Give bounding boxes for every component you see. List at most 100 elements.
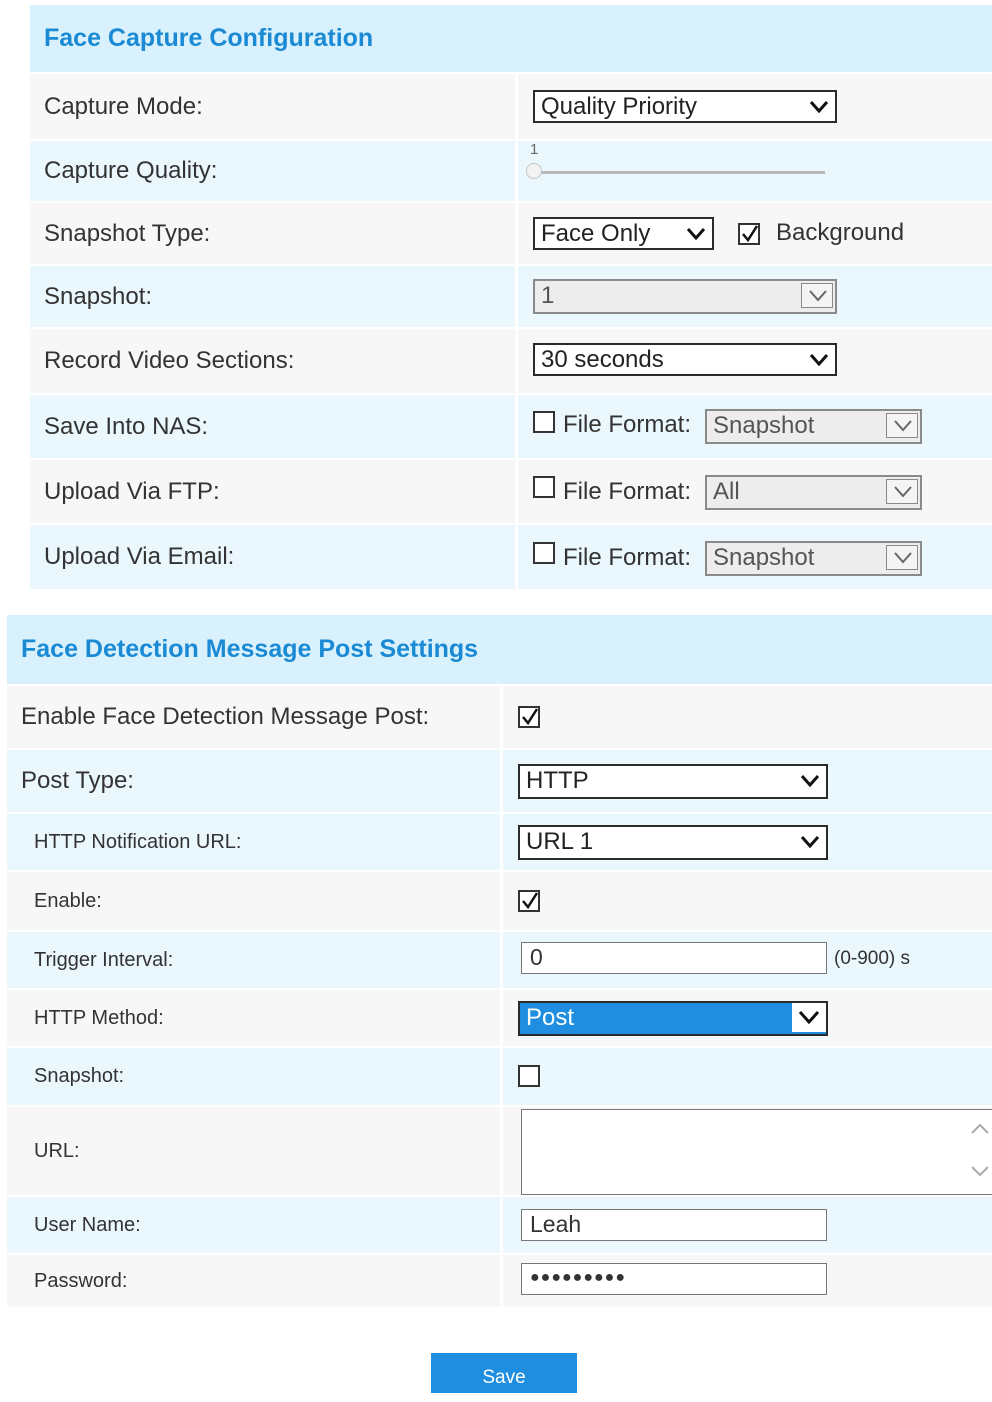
- snapshot-type-value: Face Only: [541, 220, 651, 247]
- ftp-format-label: File Format:: [563, 478, 692, 505]
- http-url-label: HTTP Notification URL:: [7, 814, 500, 870]
- checkmark-icon: [522, 708, 539, 726]
- method-row: HTTP Method: Post: [7, 990, 992, 1046]
- dropdown-button: [792, 1003, 826, 1032]
- chevron-down-icon: [894, 420, 912, 432]
- snapshot-select[interactable]: 1: [533, 279, 837, 314]
- message-post-panel: Face Detection Message Post Settings Ena…: [7, 615, 992, 1307]
- save-button[interactable]: Save: [431, 1353, 577, 1393]
- http-url-value: URL 1: [526, 828, 594, 855]
- trigger-range: (0-900) s: [834, 948, 911, 969]
- password-input[interactable]: ●●●●●●●●●: [521, 1263, 827, 1295]
- email-checkbox[interactable]: [533, 542, 555, 564]
- capture-mode-cell: Quality Priority: [518, 74, 992, 139]
- snapshot-post-label: Snapshot:: [7, 1048, 500, 1105]
- trigger-input[interactable]: 0: [521, 942, 827, 974]
- method-value: Post: [526, 1004, 575, 1031]
- enable-post-label: Enable Face Detection Message Post:: [7, 686, 500, 748]
- record-select[interactable]: 30 seconds: [533, 343, 837, 376]
- chevron-down-icon: [686, 228, 706, 241]
- post-type-select[interactable]: HTTP: [518, 764, 828, 799]
- scroll-up-icon[interactable]: [968, 1119, 992, 1139]
- url-row: URL:: [7, 1107, 992, 1195]
- background-checkbox[interactable]: [738, 223, 760, 245]
- checkmark-icon: [522, 892, 539, 910]
- ftp-format-value: All: [713, 478, 740, 505]
- dropdown-button: [886, 479, 918, 504]
- post-type-label: Post Type:: [7, 750, 500, 812]
- snapshot-type-select[interactable]: Face Only: [533, 217, 714, 250]
- face-capture-title: Face Capture Configuration: [30, 5, 992, 72]
- password-label: Password:: [7, 1255, 500, 1307]
- record-label: Record Video Sections:: [30, 329, 515, 393]
- post-type-cell: HTTP: [503, 750, 992, 812]
- ftp-row: Upload Via FTP: File Format: All: [30, 460, 992, 523]
- method-label: HTTP Method:: [7, 990, 500, 1046]
- method-cell: Post: [503, 990, 992, 1046]
- enable-checkbox[interactable]: [518, 890, 540, 912]
- dropdown-button: [886, 545, 918, 570]
- capture-quality-row: Capture Quality: 1: [30, 141, 992, 201]
- url-textarea[interactable]: [521, 1109, 992, 1195]
- capture-quality-label: Capture Quality:: [30, 141, 515, 201]
- capture-mode-select[interactable]: Quality Priority: [533, 90, 837, 123]
- user-row: User Name: Leah: [7, 1197, 992, 1253]
- nas-format-value: Snapshot: [713, 412, 815, 439]
- chevron-down-icon: [809, 101, 829, 114]
- user-input[interactable]: Leah: [521, 1209, 827, 1241]
- ftp-checkbox[interactable]: [533, 476, 555, 498]
- snapshot-cell: 1: [518, 266, 992, 327]
- trigger-cell: 0 (0-900) s: [503, 932, 992, 988]
- record-value: 30 seconds: [541, 346, 664, 373]
- snapshot-type-row: Snapshot Type: Face Only Background: [30, 203, 992, 264]
- chevron-down-icon: [800, 836, 820, 849]
- email-format-select[interactable]: Snapshot: [705, 541, 922, 576]
- snapshot-post-row: Snapshot:: [7, 1048, 992, 1105]
- enable-row: Enable:: [7, 872, 992, 930]
- url-cell: [503, 1107, 992, 1195]
- trigger-row: Trigger Interval: 0 (0-900) s: [7, 932, 992, 988]
- email-label: Upload Via Email:: [30, 525, 515, 589]
- http-url-row: HTTP Notification URL: URL 1: [7, 814, 992, 870]
- enable-label: Enable:: [7, 872, 500, 930]
- snapshot-type-cell: Face Only Background: [518, 203, 992, 264]
- nas-cell: File Format: Snapshot: [518, 395, 992, 458]
- ftp-label: Upload Via FTP:: [30, 460, 515, 523]
- face-capture-panel: Face Capture Configuration Capture Mode:…: [30, 5, 992, 589]
- nas-row: Save Into NAS: File Format: Snapshot: [30, 395, 992, 458]
- snapshot-value: 1: [541, 282, 555, 309]
- chevron-down-icon: [894, 552, 912, 564]
- method-select[interactable]: Post: [518, 1001, 828, 1036]
- email-format-value: Snapshot: [713, 544, 815, 571]
- chevron-down-icon: [894, 486, 912, 498]
- snapshot-type-label: Snapshot Type:: [30, 203, 515, 264]
- email-row: Upload Via Email: File Format: Snapshot: [30, 525, 992, 589]
- snapshot-label: Snapshot:: [30, 266, 515, 327]
- enable-post-checkbox[interactable]: [518, 706, 540, 728]
- record-row: Record Video Sections: 30 seconds: [30, 329, 992, 393]
- post-type-value: HTTP: [526, 767, 589, 794]
- post-type-row: Post Type: HTTP: [7, 750, 992, 812]
- capture-quality-thumb[interactable]: [526, 163, 542, 179]
- dropdown-button: [801, 283, 833, 308]
- url-label: URL:: [7, 1107, 500, 1195]
- user-label: User Name:: [7, 1197, 500, 1253]
- http-url-select[interactable]: URL 1: [518, 825, 828, 860]
- scroll-down-icon[interactable]: [968, 1161, 992, 1181]
- snapshot-row: Snapshot: 1: [30, 266, 992, 327]
- capture-mode-value: Quality Priority: [541, 93, 698, 120]
- nas-format-select[interactable]: Snapshot: [705, 409, 922, 444]
- chevron-down-icon: [809, 354, 829, 367]
- capture-quality-track[interactable]: [531, 171, 825, 174]
- chevron-down-icon: [809, 290, 827, 302]
- dropdown-button: [886, 413, 918, 438]
- message-post-title: Face Detection Message Post Settings: [7, 615, 992, 684]
- snapshot-post-checkbox[interactable]: [518, 1065, 540, 1087]
- ftp-format-select[interactable]: All: [705, 475, 922, 510]
- trigger-label: Trigger Interval:: [7, 932, 500, 988]
- nas-checkbox[interactable]: [533, 411, 555, 433]
- chevron-down-icon: [800, 775, 820, 788]
- capture-mode-row: Capture Mode: Quality Priority: [30, 74, 992, 139]
- checkmark-icon: [742, 225, 759, 243]
- nas-label: Save Into NAS:: [30, 395, 515, 458]
